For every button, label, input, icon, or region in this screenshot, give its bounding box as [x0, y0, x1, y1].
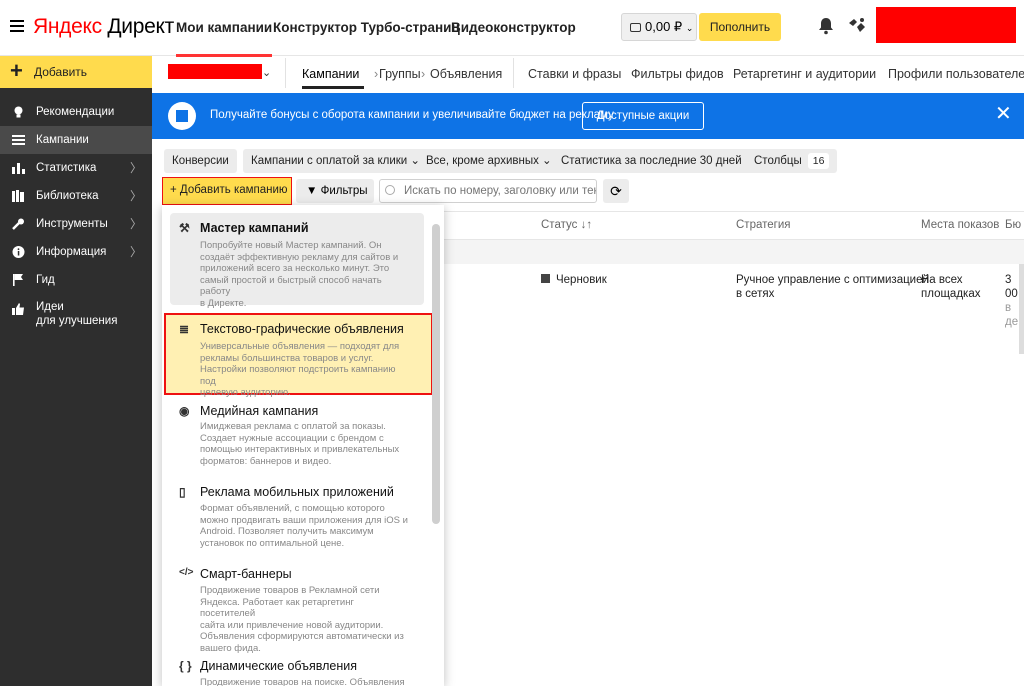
flag-icon [13, 274, 23, 286]
sidebar-item-campaigns[interactable]: Кампании [0, 126, 152, 154]
sort-icon[interactable]: ↓↑ [581, 219, 593, 231]
dropdown-item-desc: Формат объявлений, с помощью которого мож… [200, 503, 408, 549]
dropdown-item-desc: Продвижение товаров на поиске. Объявлени… [200, 677, 405, 686]
menu-icon[interactable] [10, 20, 24, 32]
magic-wand-icon: ⚒ [179, 221, 190, 235]
nav-video-builder[interactable]: Видеоконструктор [451, 20, 576, 35]
wrench-icon [12, 218, 24, 230]
table-group-row [440, 240, 1024, 264]
support-icon[interactable] [847, 17, 867, 40]
sidebar-item-guide[interactable]: Гид [0, 266, 152, 294]
cell-strategy: Ручное управление с оптимизацией в сетях [736, 274, 929, 300]
refresh-icon: ⟳ [610, 183, 622, 199]
tab-bids-phrases[interactable]: Ставки и фразы [528, 67, 621, 81]
library-icon [12, 190, 24, 202]
banner-text: Получайте бонусы с оборота кампании и ув… [210, 109, 614, 121]
redacted-project[interactable] [168, 64, 262, 79]
dropdown-list: ⚒ Мастер кампаний Попробуйте новый Масте… [162, 205, 432, 686]
tab-retargeting[interactable]: Ретаргетинг и аудитории [733, 67, 876, 81]
top-header: Яндекс Директ Мои кампании Конструктор Т… [0, 0, 1024, 57]
table-scrollbar[interactable] [1019, 264, 1024, 354]
bell-icon[interactable] [818, 17, 834, 35]
sidebar-item-info[interactable]: Информация 〉 [0, 238, 152, 266]
gift-icon [168, 102, 196, 130]
dropdown-item-desc: Продвижение товаров в Рекламной сети Янде… [200, 585, 404, 654]
divider [513, 58, 514, 88]
chip-archive-filter[interactable]: Все, кроме архивных ⌄ [418, 149, 560, 173]
crumb-arrow-icon: › [421, 67, 426, 81]
chip-conversions[interactable]: Конверсии [164, 149, 237, 173]
nav-turbo-builder[interactable]: Конструктор Турбо-страниц [273, 20, 460, 35]
tab-feed-filters[interactable]: Фильтры фидов [631, 67, 724, 81]
chip-campaign-type[interactable]: Кампании с оплатой за клики ⌄ [243, 149, 429, 173]
search-input[interactable] [379, 179, 597, 203]
col-strategy[interactable]: Стратегия [736, 219, 791, 231]
sidebar: + Добавить Рекомендации Кампании Статисти… [0, 56, 152, 686]
chart-icon [12, 163, 25, 174]
filters-button[interactable]: ▼ Фильтры [296, 179, 374, 203]
cell-status: Черновик [556, 274, 607, 286]
thumbs-up-icon [12, 303, 24, 315]
chevron-down-icon: ⌄ [542, 155, 552, 167]
add-campaign-button[interactable]: + Добавить кампанию [162, 177, 292, 205]
search-icon [385, 185, 395, 195]
info-icon [12, 246, 25, 258]
list-icon [12, 135, 25, 145]
sidebar-item-library[interactable]: Библиотека 〉 [0, 182, 152, 210]
sidebar-item-statistics[interactable]: Статистика 〉 [0, 154, 152, 182]
topup-button[interactable]: Пополнить [699, 13, 781, 41]
crumb-ads[interactable]: Объявления [430, 67, 502, 81]
available-promos-button[interactable]: Доступные акции [582, 102, 704, 130]
chevron-down-icon[interactable]: ⌄ [262, 66, 271, 79]
lightbulb-icon [14, 106, 23, 118]
refresh-button[interactable]: ⟳ [603, 179, 629, 203]
dropdown-item-desc: Универсальные объявления — подходят для р… [200, 341, 400, 398]
crumb-groups[interactable]: Группы [379, 67, 421, 81]
plus-icon: + [10, 58, 23, 83]
chevron-right-icon: 〉 [129, 161, 142, 175]
sidebar-item-recommendations[interactable]: Рекомендации [0, 98, 152, 126]
add-button[interactable]: + Добавить [0, 56, 152, 88]
dropdown-item-desc: Попробуйте новый Мастер кампаний. Он созд… [200, 240, 399, 309]
close-icon[interactable]: ✕ [995, 104, 1012, 124]
draft-icon [541, 274, 550, 283]
dropdown-scrollbar[interactable] [432, 224, 440, 524]
chip-columns[interactable]: Столбцы 16 [746, 149, 838, 173]
nav-my-campaigns[interactable]: Мои кампании [176, 20, 273, 57]
sidebar-item-tools[interactable]: Инструменты 〉 [0, 210, 152, 238]
crumb-arrow-icon: › [374, 67, 379, 81]
crumb-campaigns[interactable]: Кампании [302, 67, 359, 81]
eye-icon: ◉ [179, 404, 190, 418]
plus-icon: + [170, 184, 180, 196]
chevron-right-icon: 〉 [129, 245, 142, 259]
col-places[interactable]: Места показов [921, 219, 999, 231]
tab-user-profiles[interactable]: Профили пользователей [888, 67, 1024, 81]
active-crumb-indicator [302, 86, 364, 89]
sidebar-item-ideas[interactable]: Идеи для улучшения [0, 294, 152, 330]
col-budget[interactable]: Бю [1005, 219, 1021, 231]
mobile-icon: ▯ [179, 485, 186, 499]
braces-icon: { } [179, 659, 192, 673]
wallet-icon [630, 23, 641, 32]
balance-display[interactable]: 0,00 ₽ ⌄ [621, 13, 697, 41]
redacted-account[interactable] [876, 7, 1016, 43]
chevron-right-icon: 〉 [129, 217, 142, 231]
logo[interactable]: Яндекс Директ [33, 15, 174, 39]
chip-stats-period[interactable]: Статистика за последние 30 дней ⌄ [553, 149, 763, 173]
code-icon: </> [179, 567, 194, 578]
cell-places: На всех площадках [921, 274, 981, 300]
columns-count-badge: 16 [807, 153, 830, 169]
text-image-icon: ≣ [179, 322, 190, 336]
filter-icon: ▼ [306, 185, 321, 197]
chevron-right-icon: 〉 [129, 189, 142, 203]
col-status[interactable]: Статус ↓↑ [541, 219, 592, 231]
dropdown-item-desc: Имиджевая реклама с оплатой за показы. Со… [200, 421, 400, 467]
divider [285, 58, 286, 88]
